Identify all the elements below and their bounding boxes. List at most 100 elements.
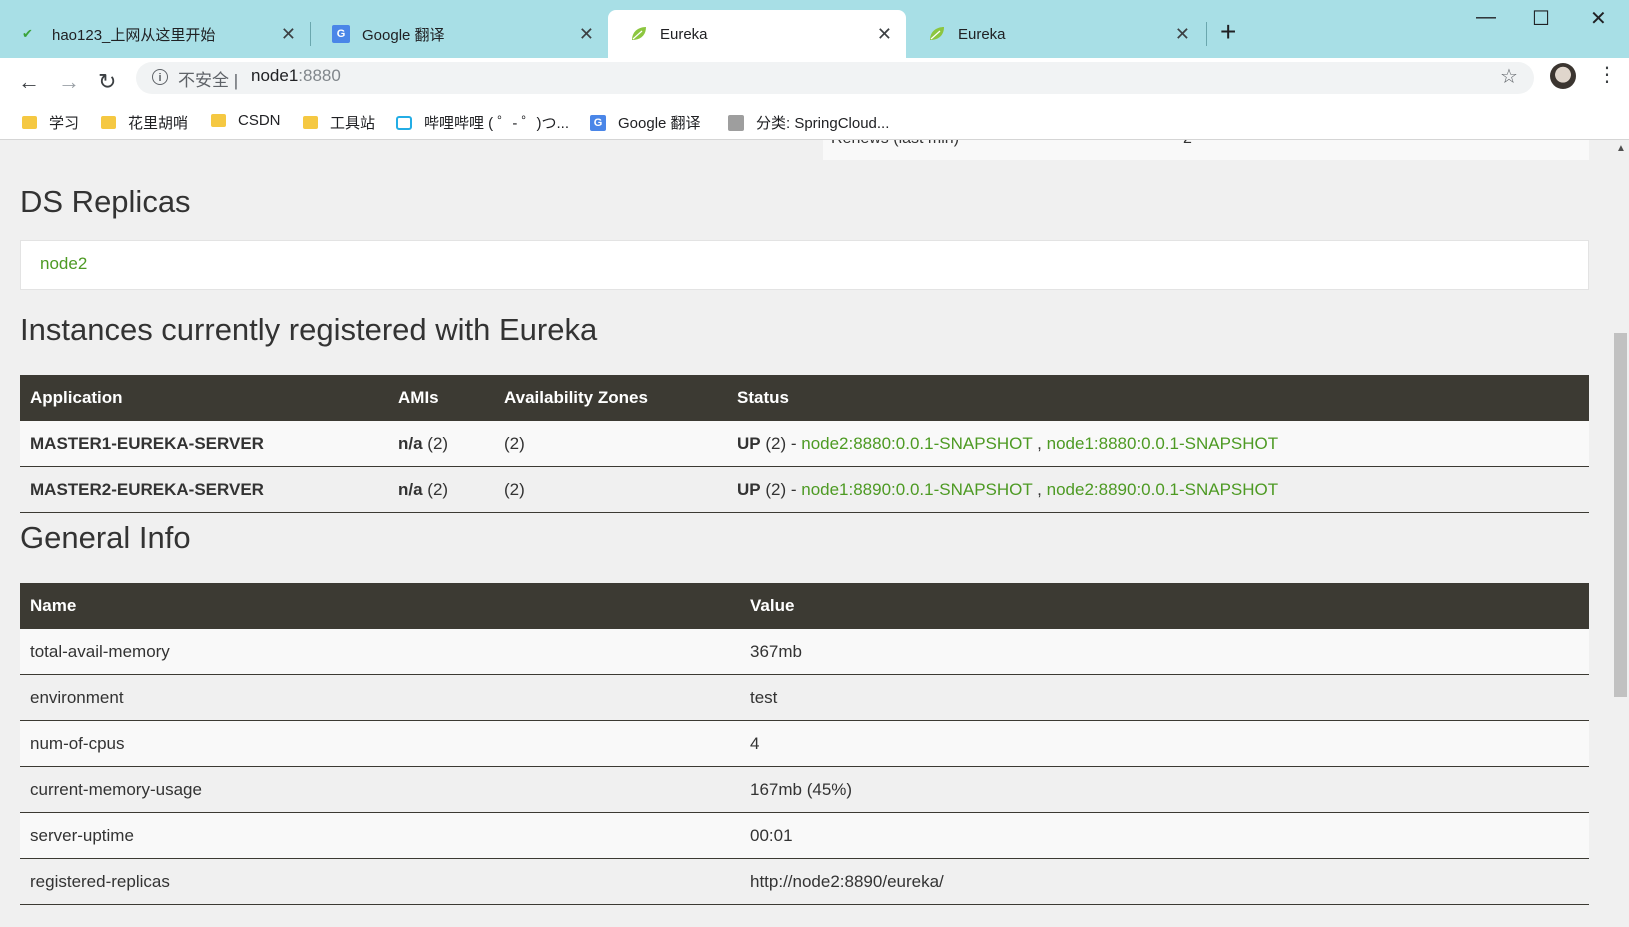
close-icon[interactable]: ✕ [1175,24,1190,45]
bilibili-icon [396,115,412,130]
instance-link[interactable]: node1:8880:0.0.1-SNAPSHOT [1047,434,1279,453]
bookmarks-bar: 学习 花里胡哨 CSDN 工具站 哔哩哔哩 ( ゜- ゜)つ... G Googl… [0,102,1629,140]
info-value: http://node2:8890/eureka/ [740,858,1589,905]
status-cell: UP (2) - node1:8890:0.0.1-SNAPSHOT , nod… [727,466,1589,513]
ds-replicas-title: DS Replicas [20,184,191,219]
general-info-title: General Info [20,520,191,555]
renews-value: 2 [1183,140,1192,148]
close-icon[interactable]: ✕ [877,24,892,45]
profile-avatar[interactable] [1550,63,1576,89]
table-header-row: Application AMIs Availability Zones Stat… [20,375,1589,421]
info-value: 167mb (45%) [740,766,1589,813]
bookmark-item[interactable]: 工具站 [303,112,375,133]
forward-arrow-icon[interactable]: → [58,70,80,94]
table-header-row: Name Value [20,583,1589,629]
general-info-table: Name Value total-avail-memory 367mb envir… [20,583,1589,905]
folder-icon [101,116,116,129]
ds-replicas-box: node2 [20,240,1589,290]
replica-link[interactable]: node2 [40,254,87,274]
tab-title: Google 翻译 [362,26,445,44]
reload-icon[interactable]: ↻ [98,70,116,94]
application-cell: MASTER1-EUREKA-SERVER [20,421,388,467]
renews-label: Renews (last min) [831,140,959,148]
tab-eureka-active[interactable]: Eureka ✕ [608,10,906,58]
instances-table: Application AMIs Availability Zones Stat… [20,375,1589,513]
tab-separator [1206,22,1207,46]
instances-title: Instances currently registered with Eure… [20,312,598,347]
close-icon[interactable]: ✕ [579,24,594,45]
amis-cell: n/a (2) [388,466,494,513]
bookmark-item[interactable]: 学习 [22,112,79,133]
tab-hao123[interactable]: ✔ hao123_上网从这里开始 ✕ [0,10,310,58]
info-name: total-avail-memory [20,629,740,675]
back-arrow-icon[interactable]: ← [18,70,40,94]
zones-cell: (2) [494,421,727,467]
column-header: Value [740,583,1589,629]
insecure-label: 不安全 | [178,71,239,90]
info-name: registered-replicas [20,858,740,905]
spring-leaf-icon [928,25,946,43]
application-cell: MASTER2-EUREKA-SERVER [20,466,388,513]
tab-title: hao123_上网从这里开始 [52,26,216,44]
bookmark-item[interactable]: G Google 翻译 [590,112,701,133]
table-row: server-uptime 00:01 [20,812,1589,859]
page-content: Renews (last min) 2 DS Replicas node2 In… [0,140,1612,927]
tab-title: Eureka [958,25,1006,43]
bookmark-item[interactable]: 分类: SpringCloud... [728,112,889,133]
maximize-button[interactable]: ☐ [1532,6,1550,31]
instance-link[interactable]: node1:8890:0.0.1-SNAPSHOT [801,480,1032,499]
instance-link[interactable]: node2:8890:0.0.1-SNAPSHOT [1047,480,1279,499]
user-avatar-icon [728,114,744,131]
status-cell: UP (2) - node2:8880:0.0.1-SNAPSHOT , nod… [727,421,1589,467]
minimize-button[interactable]: — [1476,6,1496,29]
column-header: Availability Zones [494,375,727,421]
table-row: current-memory-usage 167mb (45%) [20,766,1589,813]
info-name: num-of-cpus [20,720,740,767]
bookmark-item[interactable]: 哔哩哔哩 ( ゜- ゜)つ... [396,112,569,133]
bookmark-item[interactable]: CSDN [211,112,281,129]
new-tab-button[interactable]: + [1220,14,1236,50]
folder-icon [22,116,37,129]
instance-link[interactable]: node2:8880:0.0.1-SNAPSHOT [801,434,1032,453]
table-row: MASTER2-EUREKA-SERVER n/a (2) (2) UP (2)… [20,466,1589,513]
table-row: MASTER1-EUREKA-SERVER n/a (2) (2) UP (2)… [20,421,1589,467]
tab-strip: ✔ hao123_上网从这里开始 ✕ G Google 翻译 ✕ Eureka … [0,0,1629,58]
tab-title: Eureka [660,25,708,43]
column-header: Status [727,375,1589,421]
table-row: environment test [20,674,1589,721]
info-value: test [740,674,1589,721]
column-header: AMIs [388,375,494,421]
bookmark-star-icon[interactable]: ☆ [1500,64,1518,89]
info-name: environment [20,674,740,721]
zones-cell: (2) [494,466,727,513]
info-value: 367mb [740,629,1589,675]
table-row: total-avail-memory 367mb [20,629,1589,675]
bookmark-item[interactable]: 花里胡哨 [101,112,188,133]
url-text[interactable]: node1:8880 [251,66,341,86]
amis-cell: n/a (2) [388,421,494,467]
column-header: Application [20,375,388,421]
info-value: 4 [740,720,1589,767]
info-name: server-uptime [20,812,740,859]
spring-leaf-icon [630,25,648,43]
google-translate-icon: G [590,114,606,131]
column-header: Name [20,583,740,629]
folder-icon [303,116,318,129]
google-translate-icon: G [332,25,350,43]
scrollbar-thumb[interactable] [1614,333,1627,697]
renews-row: Renews (last min) 2 [823,140,1589,160]
scroll-up-arrow-icon[interactable]: ▲ [1616,143,1626,154]
close-window-button[interactable]: ✕ [1590,6,1607,31]
hao123-icon: ✔ [22,26,33,41]
menu-kebab-icon[interactable]: ⋮ [1597,62,1617,87]
folder-icon [211,114,226,127]
table-row: num-of-cpus 4 [20,720,1589,767]
tab-eureka[interactable]: Eureka ✕ [906,10,1204,58]
table-row: registered-replicas http://node2:8890/eur… [20,858,1589,905]
tab-google-translate[interactable]: G Google 翻译 ✕ [310,10,608,58]
info-value: 00:01 [740,812,1589,859]
address-bar[interactable] [136,62,1534,94]
close-icon[interactable]: ✕ [281,24,296,45]
info-name: current-memory-usage [20,766,740,813]
info-icon[interactable]: i [152,69,168,85]
